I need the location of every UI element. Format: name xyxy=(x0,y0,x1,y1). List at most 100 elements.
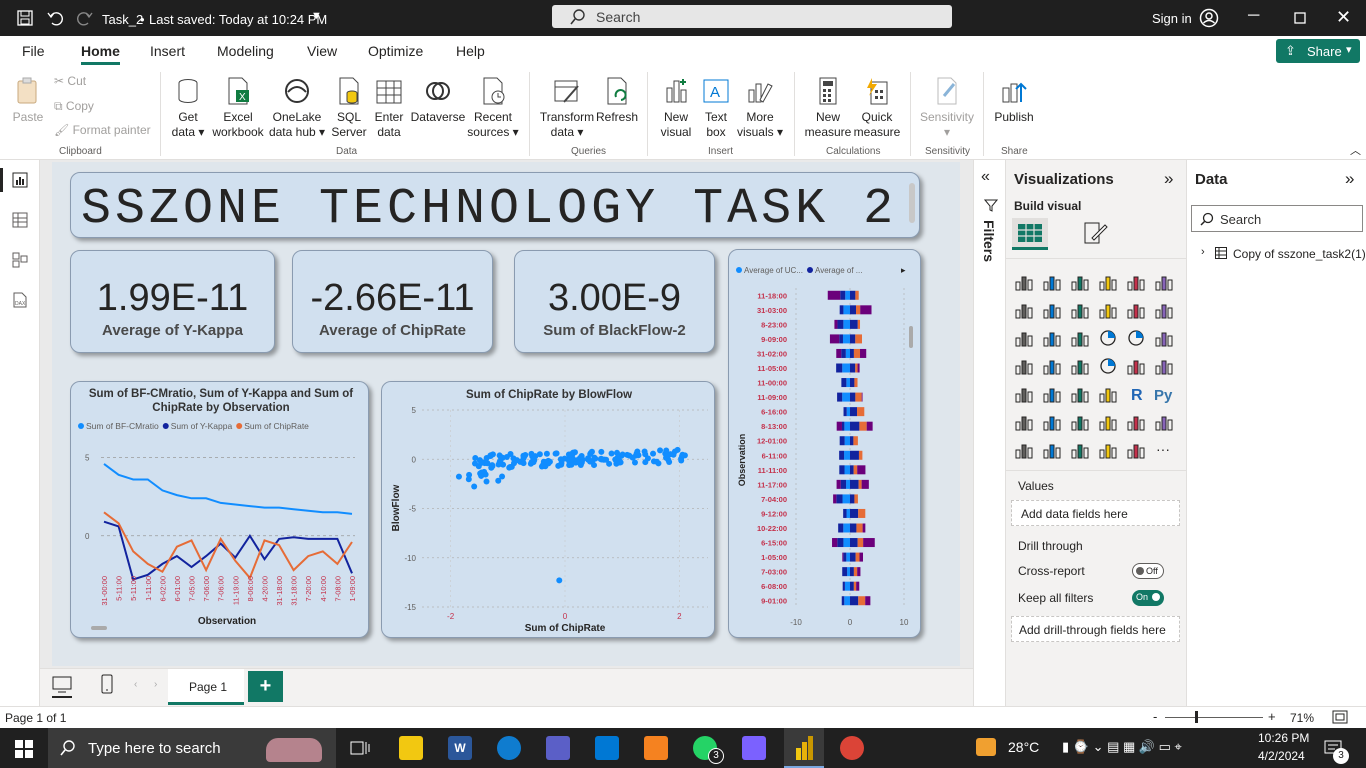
data-point[interactable] xyxy=(664,452,671,459)
collapse-ribbon-icon[interactable]: ︿ xyxy=(1350,142,1361,158)
word-icon[interactable]: W xyxy=(448,736,472,760)
menu-modeling[interactable]: Modeling xyxy=(217,43,274,59)
bar-segment[interactable] xyxy=(850,334,856,344)
bar-segment[interactable] xyxy=(842,363,850,373)
system-tray-icons[interactable]: ▮ ⌚ ⌄ ▤ ▦ 🔊 ▭ ⌖ xyxy=(1062,739,1182,755)
bar-segment[interactable] xyxy=(839,465,845,475)
bar-segment[interactable] xyxy=(850,465,854,475)
data-search-input[interactable]: Search xyxy=(1191,205,1363,232)
bar-segment[interactable] xyxy=(843,305,850,315)
legend-item[interactable]: Average of ... xyxy=(815,266,862,275)
table-icon[interactable] xyxy=(1070,384,1090,404)
r-visual-icon[interactable]: R xyxy=(1126,384,1146,404)
bar-segment[interactable] xyxy=(836,421,842,431)
taskbar-search[interactable]: Type here to search xyxy=(48,728,336,768)
data-point[interactable] xyxy=(483,454,490,461)
bar-segment[interactable] xyxy=(846,479,850,489)
maximize-button[interactable] xyxy=(1294,12,1306,24)
bar-segment[interactable] xyxy=(842,581,845,591)
zoom-out-button[interactable]: - xyxy=(1153,709,1157,724)
bar-segment[interactable] xyxy=(855,392,862,402)
title-scrollbar[interactable] xyxy=(909,183,915,223)
collapse-data-pane-icon[interactable]: » xyxy=(1345,169,1354,189)
store-icon[interactable] xyxy=(546,736,570,760)
bar-segment[interactable] xyxy=(850,596,859,606)
bar-segment[interactable] xyxy=(850,436,854,446)
chart-scrollbar[interactable] xyxy=(909,326,913,348)
bar-segment[interactable] xyxy=(844,436,850,446)
refresh-button[interactable]: Refresh xyxy=(596,76,638,125)
data-point[interactable] xyxy=(536,451,543,458)
bar-segment[interactable] xyxy=(839,450,845,460)
bar-segment[interactable] xyxy=(850,538,858,548)
format-painter-button[interactable]: 🖌 Format painter xyxy=(54,123,151,137)
data-point[interactable] xyxy=(575,459,582,466)
sensitivity-button[interactable]: Sensitivity ▾ xyxy=(918,76,976,140)
powerbi-taskbar-button[interactable] xyxy=(784,728,824,768)
bar-segment[interactable] xyxy=(840,290,846,300)
minimize-button[interactable]: ─ xyxy=(1248,7,1259,25)
bar-segment[interactable] xyxy=(842,567,848,577)
bar-segment[interactable] xyxy=(845,348,850,358)
bar-segment[interactable] xyxy=(842,334,850,344)
data-point[interactable] xyxy=(543,450,550,457)
bar-segment[interactable] xyxy=(842,494,850,504)
data-point[interactable] xyxy=(663,447,670,454)
bar-segment[interactable] xyxy=(850,305,857,315)
data-point[interactable] xyxy=(566,461,573,468)
bar-segment[interactable] xyxy=(829,334,840,344)
copilot-icon[interactable] xyxy=(742,736,766,760)
data-point-outlier[interactable] xyxy=(556,577,563,584)
bar-segment[interactable] xyxy=(865,596,871,606)
data-point[interactable] xyxy=(617,459,624,466)
redo-icon[interactable] xyxy=(77,10,93,26)
onelake-button[interactable]: OneLake data hub ▾ xyxy=(267,76,327,140)
stacked-column-icon[interactable] xyxy=(1042,272,1062,292)
menu-file[interactable]: File xyxy=(22,43,45,59)
data-point[interactable] xyxy=(629,454,636,461)
bar-segment[interactable] xyxy=(846,508,850,518)
bar-segment[interactable] xyxy=(856,523,863,533)
undo-icon[interactable] xyxy=(47,10,63,26)
bar-segment[interactable] xyxy=(857,319,861,329)
line-column-icon[interactable] xyxy=(1098,300,1118,320)
bar-segment[interactable] xyxy=(841,596,845,606)
chevron-down-icon[interactable]: ▼ xyxy=(311,10,322,22)
bar-segment[interactable] xyxy=(844,596,850,606)
temperature[interactable]: 28°C xyxy=(1008,739,1039,755)
bar-segment[interactable] xyxy=(850,567,854,577)
bar-segment[interactable] xyxy=(850,450,859,460)
bar-segment[interactable] xyxy=(854,494,858,504)
multirow-card-icon[interactable] xyxy=(1154,356,1174,376)
chart-scrollbar[interactable] xyxy=(91,626,107,630)
map-icon[interactable] xyxy=(1014,356,1034,376)
menu-view[interactable]: View xyxy=(307,43,337,59)
share-button[interactable]: ⇪ Share ▾ xyxy=(1276,39,1360,63)
line-chart-icon[interactable] xyxy=(1014,300,1034,320)
data-point[interactable] xyxy=(497,459,504,466)
bar-segment[interactable] xyxy=(850,479,859,489)
excel-workbook-button[interactable]: X Excel workbook xyxy=(210,76,266,140)
transform-data-button[interactable]: Transform data ▾ xyxy=(538,76,596,140)
bar-segment[interactable] xyxy=(859,552,863,562)
bar-segment[interactable] xyxy=(853,465,858,475)
kpi-card-blackflow[interactable]: 3.00E-9 Sum of BlackFlow-2 xyxy=(514,250,715,353)
zoom-slider-thumb[interactable] xyxy=(1195,711,1198,723)
bar-segment[interactable] xyxy=(841,378,847,388)
clustered-bar-icon[interactable] xyxy=(1070,272,1090,292)
data-point[interactable] xyxy=(598,448,605,455)
data-point[interactable] xyxy=(585,455,592,462)
data-point[interactable] xyxy=(642,451,649,458)
bar-segment[interactable] xyxy=(850,407,858,417)
qa-icon[interactable] xyxy=(1070,412,1090,432)
kpi-card-y-kappa[interactable]: 1.99E-11 Average of Y-Kappa xyxy=(70,250,275,353)
menu-insert[interactable]: Insert xyxy=(150,43,185,59)
bar-segment[interactable] xyxy=(861,479,869,489)
bar-segment[interactable] xyxy=(861,392,863,402)
dax-query-view-icon[interactable]: DAX xyxy=(12,292,28,308)
kpi-card-chiprate[interactable]: -2.66E-11 Average of ChipRate xyxy=(292,250,493,353)
paginated-report-icon[interactable] xyxy=(1154,412,1174,432)
keep-all-filters-toggle[interactable]: On xyxy=(1132,590,1164,606)
windows-start-icon[interactable] xyxy=(15,740,33,758)
bar-segment[interactable] xyxy=(844,581,850,591)
